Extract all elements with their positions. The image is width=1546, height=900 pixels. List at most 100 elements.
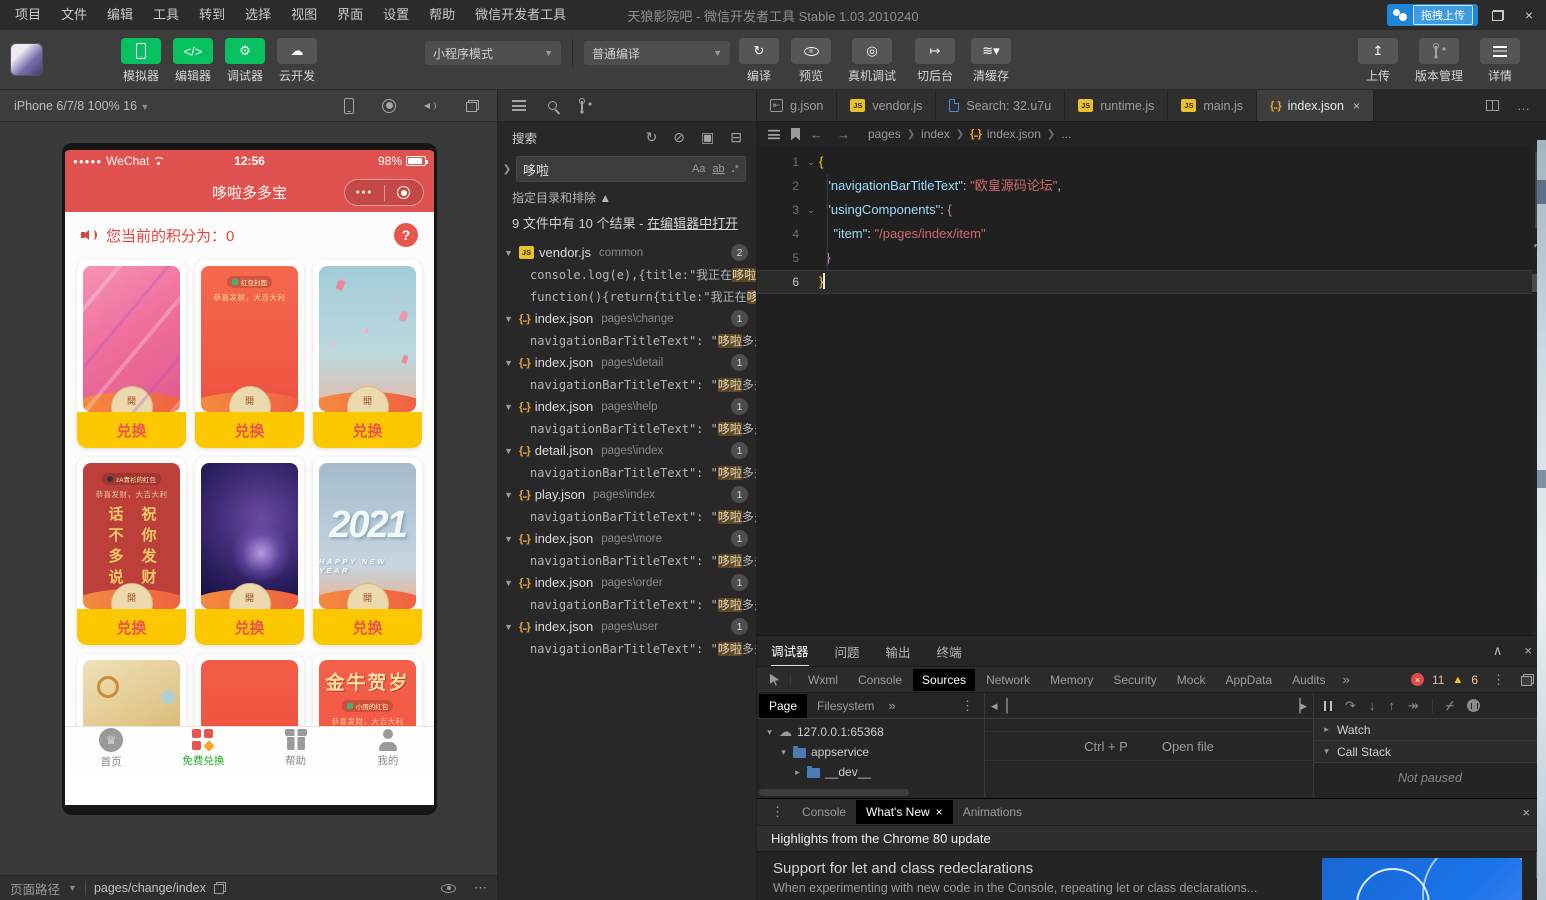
exchange-button[interactable]: 兑换 (195, 609, 304, 645)
whole-word-toggle[interactable]: ab (712, 163, 724, 175)
code-editor[interactable]: 1 ⌄{2 "navigationBarTitleText": "欧皇源码论坛",… (757, 146, 1546, 635)
close-target-icon[interactable] (397, 186, 411, 199)
drawer-tab-Console[interactable]: Console (792, 800, 856, 824)
close-tab-icon[interactable]: × (1353, 99, 1360, 113)
debugger-panel-tab-输出[interactable]: 输出 (886, 636, 911, 666)
close-tab-icon[interactable]: × (936, 805, 943, 819)
search-match-line[interactable]: navigationBarTitleText": "哆啦多多... (498, 506, 756, 528)
toolbar-button-模拟器[interactable]: 模拟器 (118, 38, 164, 84)
open-new-editor-icon[interactable]: ▣ (701, 129, 714, 146)
search-result-file[interactable]: ▼ {..} play.json pages\index 1 (498, 484, 756, 506)
call-stack-section-header[interactable]: ▾ Call Stack (1314, 741, 1546, 763)
search-match-line[interactable]: console.log(e),{title:"我正在哆啦封... (498, 264, 756, 286)
code-line[interactable]: 6} (757, 270, 1546, 294)
exchange-button[interactable]: 兑换 (313, 609, 422, 645)
refresh-search-icon[interactable]: ↻ (646, 129, 658, 146)
regex-toggle[interactable] (732, 163, 739, 175)
search-options-label[interactable]: 指定目录和排除 ▲ (498, 186, 756, 209)
devtools-tab-Audits[interactable]: Audits (1283, 669, 1334, 691)
menu-item-3[interactable]: 编辑 (98, 0, 142, 30)
toolbar-button-版本管理[interactable]: 版本管理 (1407, 38, 1471, 84)
toolbar-button-详情[interactable]: 详情 (1477, 38, 1523, 84)
debugger-panel-tab-调试器[interactable]: 调试器 (771, 635, 809, 667)
toolbar-button-真机调试[interactable]: ◎ 真机调试 (840, 38, 904, 84)
search-result-file[interactable]: ▼ {..} detail.json pages\index 1 (498, 440, 756, 462)
sources-side-tab-Page[interactable]: Page (759, 693, 808, 718)
drawer-tab-Animations[interactable]: Animations (953, 800, 1032, 824)
more-tabs-icon[interactable]: … (1517, 98, 1530, 113)
breadcrumb-item[interactable]: pages (868, 127, 901, 141)
breadcrumb-item[interactable]: index (921, 127, 950, 141)
restore-window-icon[interactable] (1492, 9, 1504, 21)
search-result-file[interactable]: ▼ JS vendor.js common 2 (498, 242, 756, 264)
menu-item-10[interactable]: 帮助 (420, 0, 464, 30)
toolbar-button-编译[interactable]: ↻ 编译 (736, 38, 782, 84)
expand-replace-chevron[interactable]: ❯ (500, 164, 514, 175)
tree-item-__dev__[interactable]: ▸ __dev__ (757, 762, 984, 782)
search-view-icon[interactable] (548, 101, 557, 110)
devtools-tab-Sources[interactable]: Sources (913, 668, 976, 691)
bookmark-icon[interactable] (791, 127, 800, 141)
devtools-tab-Wxml[interactable]: Wxml (799, 669, 847, 691)
toolbar-button-调试器[interactable]: ⚙ 调试器 (222, 38, 268, 84)
toolbar-button-云开发[interactable]: ☁ 云开发 (274, 38, 320, 84)
editor-tab-index.json[interactable]: {..} index.json × (1256, 90, 1374, 121)
toolbar-button-清缓存[interactable]: ≋▾ 清缓存 (966, 38, 1016, 84)
eye-icon[interactable] (441, 883, 456, 893)
record-icon[interactable] (382, 98, 396, 113)
phone-tab-首页[interactable]: ♕ 首页 (65, 727, 157, 770)
outline-icon[interactable] (768, 129, 780, 139)
close-window-icon[interactable]: × (1518, 7, 1540, 23)
drawer-tab-What's New[interactable]: What's New × (856, 800, 953, 824)
code-line[interactable]: 1 ⌄{ (757, 150, 1546, 174)
tree-horizontal-scrollbar[interactable] (759, 789, 909, 796)
fold-chevron-icon[interactable]: ⌄ (803, 198, 819, 222)
menu-item-4[interactable]: 工具 (144, 0, 188, 30)
phone-tab-我的[interactable]: 我的 (342, 727, 434, 770)
pause-on-exceptions-icon[interactable] (1466, 699, 1480, 712)
search-match-line[interactable]: navigationBarTitleText": "哆啦多多... (498, 418, 756, 440)
devtools-menu-icon[interactable]: ⋮ (1492, 672, 1505, 688)
copy-path-icon[interactable] (213, 882, 226, 894)
watch-section-header[interactable]: ▸ Watch (1314, 719, 1546, 741)
sources-side-tab-Filesystem[interactable]: Filesystem (807, 694, 884, 718)
devtools-tab-Console[interactable]: Console (849, 669, 911, 691)
open-file-action[interactable]: Open file (1162, 739, 1214, 754)
toolbar-button-上传[interactable]: ↥ 上传 (1355, 38, 1401, 84)
editor-tab-runtime.js[interactable]: JS runtime.js (1065, 90, 1169, 121)
compile-mode-select[interactable]: 普通编译 ▼ (584, 41, 730, 65)
exchange-button[interactable]: 兑换 (195, 412, 304, 448)
exchange-button[interactable]: 兑换 (313, 412, 422, 448)
drag-upload-badge[interactable]: 拖拽上传 (1387, 4, 1478, 26)
capsule-menu[interactable]: ●●● (344, 179, 424, 206)
reward-card[interactable]: 開兑换 (195, 457, 304, 645)
rotate-device-icon[interactable] (344, 97, 354, 114)
search-match-line[interactable]: navigationBarTitleText": "哆啦多多... (498, 550, 756, 572)
editor-tab-Search: 32.u7u[interactable]: Search: 32.u7u (936, 90, 1066, 121)
reward-card[interactable]: 開兑换 (313, 260, 422, 448)
breadcrumb-item[interactable]: ... (1061, 127, 1071, 141)
pane-menu-icon[interactable]: ⋮ (961, 698, 982, 714)
collapse-results-icon[interactable]: ⊟ (730, 129, 742, 146)
menu-item-7[interactable]: 视图 (282, 0, 326, 30)
mode-select[interactable]: 小程序模式 ▼ (425, 41, 561, 65)
exchange-button[interactable]: 兑换 (77, 412, 186, 448)
editor-tab-vendor.js[interactable]: JS vendor.js (837, 90, 937, 121)
menu-item-8[interactable]: 界面 (328, 0, 372, 30)
toolbar-button-预览[interactable]: 预览 (788, 38, 834, 84)
open-in-editor-link[interactable]: 在编辑器中打开 (647, 216, 738, 231)
step-into-icon[interactable]: ↓ (1369, 698, 1376, 713)
collapse-panel-icon[interactable]: ∧ (1493, 643, 1503, 659)
page-path-label[interactable]: 页面路径 (10, 879, 60, 898)
phone-tab-免费兑换[interactable]: 免费兑换 (157, 727, 249, 770)
phone-tab-帮助[interactable]: 帮助 (250, 727, 342, 770)
menu-item-9[interactable]: 设置 (374, 0, 418, 30)
search-match-line[interactable]: navigationBarTitleText": "哆啦多多... (498, 374, 756, 396)
more-tabs-chevron-icon[interactable]: » (1337, 672, 1356, 687)
multi-window-icon[interactable] (466, 99, 479, 112)
devtools-tab-Security[interactable]: Security (1104, 669, 1165, 691)
step-over-icon[interactable]: ↷ (1345, 698, 1356, 714)
more-tabs-chevron-icon[interactable]: » (888, 698, 895, 713)
code-line[interactable]: 5 } (757, 246, 1546, 270)
undock-icon[interactable] (1521, 673, 1534, 686)
